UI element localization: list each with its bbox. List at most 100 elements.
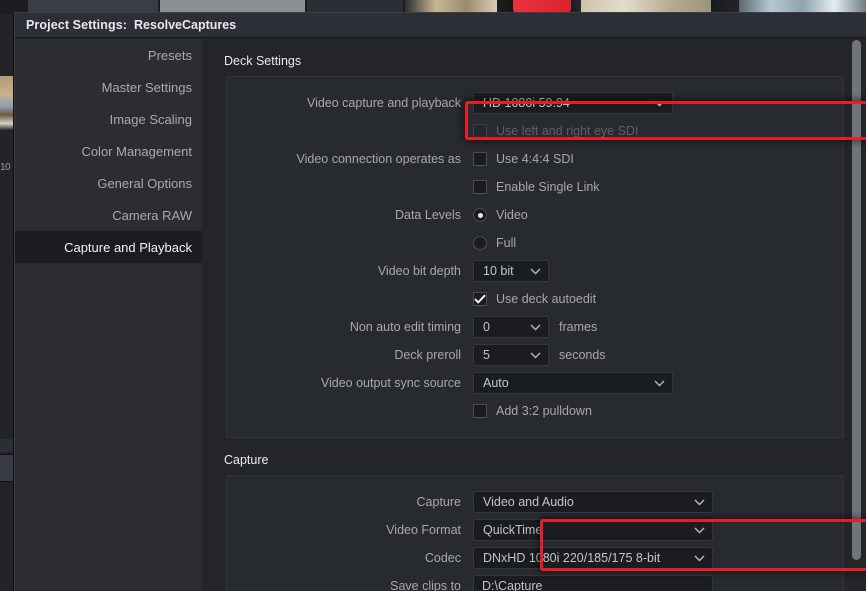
use-deck-autoedit-label: Use deck autoedit: [496, 292, 597, 306]
row-data-levels-video: Data Levels Video: [227, 201, 843, 229]
use-deck-autoedit-checkbox[interactable]: [473, 292, 487, 306]
row-video-bit-depth: Video bit depth 10 bit: [227, 257, 843, 285]
video-format-value: QuickTime: [483, 523, 543, 537]
sidebar-item-camera-raw[interactable]: Camera RAW: [15, 199, 202, 231]
scrollbar-thumb[interactable]: [852, 40, 861, 560]
deck-preroll-unit: seconds: [559, 348, 606, 362]
capture-heading: Capture: [224, 453, 269, 467]
capture-label: Capture: [416, 495, 461, 509]
row-non-auto-edit-timing: Non auto edit timing 0 frames: [227, 313, 843, 341]
codec-value: DNxHD 1080i 220/185/175 8-bit: [483, 551, 661, 565]
chevron-down-icon: [529, 265, 542, 278]
row-video-capture-playback: Video capture and playback HD 1080i 59.9…: [227, 89, 843, 117]
deck-preroll-dropdown[interactable]: 5: [473, 344, 549, 366]
capture-dropdown[interactable]: Video and Audio: [473, 491, 713, 513]
dialog-body: Presets Master Settings Image Scaling Co…: [15, 39, 866, 591]
settings-content: Deck Settings Video capture and playback…: [202, 39, 866, 591]
sidebar-item-presets[interactable]: Presets: [15, 39, 202, 71]
enable-single-link-label: Enable Single Link: [496, 180, 600, 194]
deck-preroll-label: Deck preroll: [394, 348, 461, 362]
chevron-down-icon: [653, 97, 666, 110]
codec-dropdown[interactable]: DNxHD 1080i 220/185/175 8-bit: [473, 547, 713, 569]
row-video-format: Video Format QuickTime: [227, 516, 843, 544]
use-444-sdi-checkbox[interactable]: [473, 152, 487, 166]
radio-dot-icon: [477, 212, 483, 218]
video-capture-playback-label: Video capture and playback: [306, 96, 461, 110]
data-levels-video-label: Video: [496, 208, 528, 222]
row-codec: Codec DNxHD 1080i 220/185/175 8-bit: [227, 544, 843, 572]
row-data-levels-full: Full: [227, 229, 843, 257]
add-32-pulldown-label: Add 3:2 pulldown: [496, 404, 592, 418]
sidebar-item-master-settings[interactable]: Master Settings: [15, 71, 202, 103]
capture-group: Capture Video and Audio Video Format Qui…: [226, 475, 844, 591]
sidebar-item-image-scaling[interactable]: Image Scaling: [15, 103, 202, 135]
row-left-right-eye-sdi: Use left and right eye SDI: [227, 117, 843, 145]
data-levels-video-radio[interactable]: [473, 208, 487, 222]
save-clips-to-label: Save clips to: [390, 579, 461, 591]
enable-single-link-checkbox[interactable]: [473, 180, 487, 194]
row-video-output-sync-source: Video output sync source Auto: [227, 369, 843, 397]
row-use-deck-autoedit: Use deck autoedit: [227, 285, 843, 313]
chevron-down-icon: [693, 552, 706, 565]
background-left-row: [0, 454, 13, 482]
deck-preroll-value: 5: [483, 348, 490, 362]
chevron-down-icon: [529, 349, 542, 362]
data-levels-full-radio[interactable]: [473, 236, 487, 250]
checkmark-icon: [474, 294, 486, 304]
non-auto-edit-timing-label: Non auto edit timing: [349, 320, 461, 334]
sidebar-item-label: Master Settings: [101, 79, 192, 95]
non-auto-edit-timing-value: 0: [483, 320, 490, 334]
non-auto-edit-timing-unit: frames: [559, 320, 598, 334]
row-save-clips-to: Save clips to D:\Capture: [227, 572, 843, 591]
sidebar-item-label: Image Scaling: [109, 111, 192, 127]
dialog-project-name: ResolveCaptures: [134, 18, 237, 32]
dialog-scrollbar[interactable]: [852, 40, 861, 568]
video-output-sync-source-value: Auto: [483, 376, 509, 390]
sidebar-item-label: Presets: [147, 47, 192, 63]
deck-settings-group: Video capture and playback HD 1080i 59.9…: [226, 76, 844, 438]
sidebar-item-general-options[interactable]: General Options: [15, 167, 202, 199]
video-output-sync-source-dropdown[interactable]: Auto: [473, 372, 673, 394]
left-right-eye-sdi-checkbox[interactable]: [473, 124, 487, 138]
chevron-down-icon: [693, 524, 706, 537]
video-capture-playback-dropdown[interactable]: HD 1080i 59.94: [473, 92, 673, 114]
background-left-thumbnail: [0, 76, 13, 130]
project-settings-dialog: Project Settings: ResolveCaptures Preset…: [14, 12, 866, 591]
chevron-down-icon: [693, 496, 706, 509]
video-format-dropdown[interactable]: QuickTime: [473, 519, 713, 541]
video-output-sync-source-label: Video output sync source: [320, 376, 461, 390]
chevron-down-icon: [653, 377, 666, 390]
data-levels-full-label: Full: [496, 236, 517, 250]
video-bit-depth-dropdown[interactable]: 10 bit: [473, 260, 549, 282]
row-enable-single-link: Enable Single Link: [227, 173, 843, 201]
sidebar-item-label: Capture and Playback: [64, 239, 192, 255]
video-bit-depth-value: 10 bit: [483, 264, 514, 278]
row-video-connection-444: Video connection operates as Use 4:4:4 S…: [227, 145, 843, 173]
video-format-label: Video Format: [386, 523, 461, 537]
add-32-pulldown-checkbox[interactable]: [473, 404, 487, 418]
codec-label: Codec: [424, 551, 461, 565]
save-clips-to-value: D:\Capture: [482, 579, 543, 591]
video-capture-playback-value: HD 1080i 59.94: [483, 96, 570, 110]
dialog-title-label: Project Settings:: [26, 18, 128, 32]
non-auto-edit-timing-dropdown[interactable]: 0: [473, 316, 549, 338]
save-clips-to-input[interactable]: D:\Capture: [473, 575, 713, 591]
use-444-sdi-label: Use 4:4:4 SDI: [496, 152, 574, 166]
data-levels-label: Data Levels: [394, 208, 461, 222]
sidebar-item-capture-and-playback[interactable]: Capture and Playback: [15, 231, 202, 263]
left-right-eye-sdi-label: Use left and right eye SDI: [496, 124, 639, 138]
capture-value: Video and Audio: [483, 495, 574, 509]
dialog-titlebar: Project Settings: ResolveCaptures: [15, 13, 866, 38]
deck-settings-heading: Deck Settings: [224, 54, 302, 68]
chevron-down-icon: [529, 321, 542, 334]
background-left-label: 10: [0, 162, 11, 173]
sidebar-item-color-management[interactable]: Color Management: [15, 135, 202, 167]
row-capture: Capture Video and Audio: [227, 488, 843, 516]
settings-sidebar: Presets Master Settings Image Scaling Co…: [15, 39, 202, 591]
sidebar-item-label: Color Management: [81, 143, 192, 159]
background-left-panel: 10: [0, 14, 14, 591]
sidebar-item-label: General Options: [97, 175, 192, 191]
video-connection-label: Video connection operates as: [296, 152, 461, 166]
row-add-32-pulldown: Add 3:2 pulldown: [227, 397, 843, 425]
sidebar-item-label: Camera RAW: [112, 207, 192, 223]
